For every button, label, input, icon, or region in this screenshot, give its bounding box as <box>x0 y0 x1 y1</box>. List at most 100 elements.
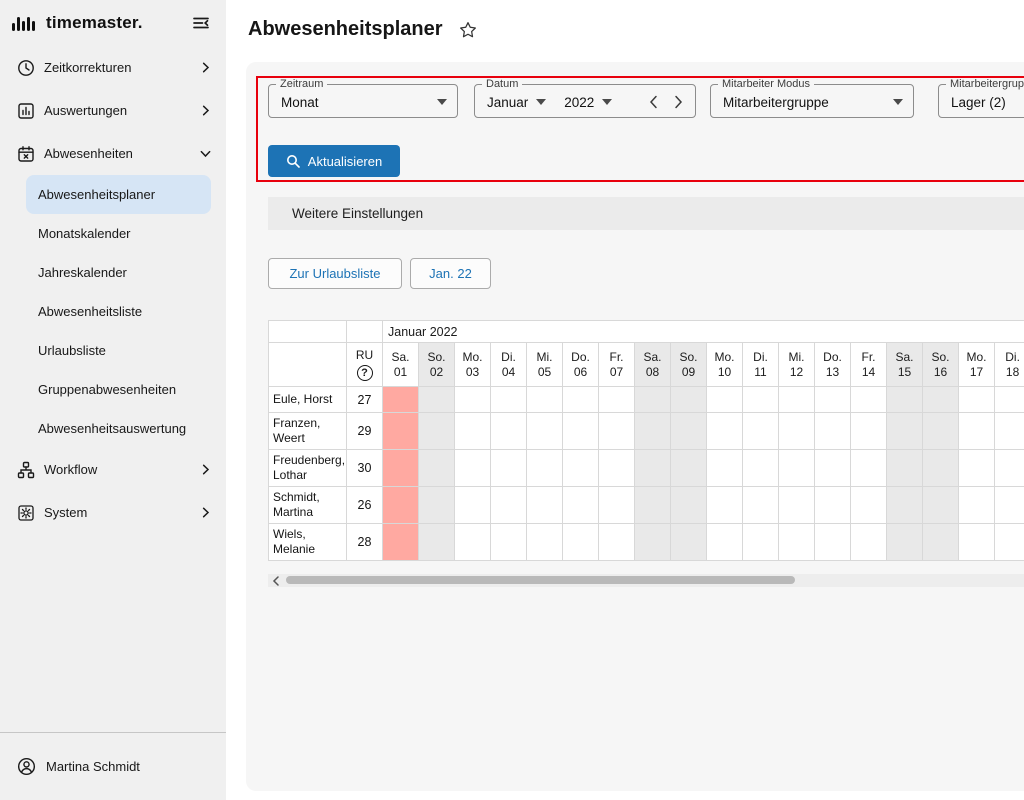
absence-cell[interactable] <box>779 524 815 561</box>
absence-cell[interactable] <box>455 524 491 561</box>
absence-cell[interactable] <box>815 524 851 561</box>
absence-cell[interactable] <box>563 487 599 524</box>
absence-cell[interactable] <box>995 413 1024 450</box>
absence-cell[interactable] <box>851 413 887 450</box>
absence-cell[interactable] <box>815 413 851 450</box>
horizontal-scrollbar[interactable] <box>268 574 1024 587</box>
absence-cell[interactable] <box>491 387 527 413</box>
absence-cell[interactable] <box>383 487 419 524</box>
sidebar-subitem-monatskalender[interactable]: Monatskalender <box>26 214 211 253</box>
absence-cell[interactable] <box>887 450 923 487</box>
absence-cell[interactable] <box>923 450 959 487</box>
month-shortcut-button[interactable]: Jan. 22 <box>410 258 491 289</box>
absence-cell[interactable] <box>635 413 671 450</box>
absence-cell[interactable] <box>599 387 635 413</box>
sidebar-item-workflow[interactable]: Workflow <box>0 448 226 491</box>
absence-cell[interactable] <box>419 387 455 413</box>
previous-month-button[interactable] <box>649 95 658 109</box>
sidebar-item-system[interactable]: System <box>0 491 226 534</box>
absence-cell[interactable] <box>779 450 815 487</box>
absence-cell[interactable] <box>743 487 779 524</box>
absence-cell[interactable] <box>851 487 887 524</box>
sidebar-subitem-abwesenheitsplaner[interactable]: Abwesenheitsplaner <box>26 175 211 214</box>
absence-cell[interactable] <box>527 487 563 524</box>
absence-cell[interactable] <box>887 413 923 450</box>
absence-cell[interactable] <box>707 487 743 524</box>
absence-cell[interactable] <box>923 413 959 450</box>
absence-cell[interactable] <box>815 450 851 487</box>
help-icon[interactable]: ? <box>357 365 373 381</box>
absence-cell[interactable] <box>815 387 851 413</box>
zur-urlaubsliste-button[interactable]: Zur Urlaubsliste <box>268 258 402 289</box>
sidebar-item-zeitkorrekturen[interactable]: Zeitkorrekturen <box>0 46 226 89</box>
absence-cell[interactable] <box>671 387 707 413</box>
absence-cell[interactable] <box>455 387 491 413</box>
absence-cell[interactable] <box>419 524 455 561</box>
sidebar-subitem-abwesenheitsauswertung[interactable]: Abwesenheitsauswertung <box>26 409 211 448</box>
absence-cell[interactable] <box>635 487 671 524</box>
absence-cell[interactable] <box>959 524 995 561</box>
sidebar-subitem-gruppenabwesenheiten[interactable]: Gruppenabwesenheiten <box>26 370 211 409</box>
absence-cell[interactable] <box>635 524 671 561</box>
absence-cell[interactable] <box>383 387 419 413</box>
absence-cell[interactable] <box>743 387 779 413</box>
absence-cell[interactable] <box>383 450 419 487</box>
sidebar-item-auswertungen[interactable]: Auswertungen <box>0 89 226 132</box>
absence-cell[interactable] <box>995 450 1024 487</box>
favorite-star-icon[interactable] <box>458 20 478 40</box>
absence-cell[interactable] <box>599 413 635 450</box>
absence-cell[interactable] <box>455 413 491 450</box>
absence-cell[interactable] <box>887 487 923 524</box>
absence-cell[interactable] <box>419 450 455 487</box>
zeitraum-select[interactable]: Zeitraum Monat <box>268 79 458 118</box>
absence-cell[interactable] <box>419 487 455 524</box>
scrollbar-thumb[interactable] <box>286 576 795 584</box>
absence-cell[interactable] <box>743 524 779 561</box>
absence-cell[interactable] <box>743 413 779 450</box>
absence-cell[interactable] <box>491 487 527 524</box>
absence-cell[interactable] <box>995 387 1024 413</box>
absence-cell[interactable] <box>923 487 959 524</box>
absence-cell[interactable] <box>923 387 959 413</box>
absence-cell[interactable] <box>959 413 995 450</box>
absence-cell[interactable] <box>491 413 527 450</box>
absence-cell[interactable] <box>455 487 491 524</box>
absence-cell[interactable] <box>707 413 743 450</box>
absence-cell[interactable] <box>563 524 599 561</box>
absence-cell[interactable] <box>635 450 671 487</box>
month-select[interactable]: Januar <box>487 95 528 110</box>
absence-cell[interactable] <box>671 413 707 450</box>
absence-cell[interactable] <box>671 487 707 524</box>
absence-cell[interactable] <box>959 487 995 524</box>
absence-cell[interactable] <box>851 387 887 413</box>
absence-cell[interactable] <box>887 524 923 561</box>
absence-cell[interactable] <box>959 450 995 487</box>
sidebar-subitem-abwesenheitsliste[interactable]: Abwesenheitsliste <box>26 292 211 331</box>
scroll-left-arrow-icon[interactable] <box>272 576 280 586</box>
absence-cell[interactable] <box>887 387 923 413</box>
absence-cell[interactable] <box>851 450 887 487</box>
year-select[interactable]: 2022 <box>564 95 594 110</box>
absence-cell[interactable] <box>671 524 707 561</box>
absence-cell[interactable] <box>995 487 1024 524</box>
absence-cell[interactable] <box>995 524 1024 561</box>
absence-cell[interactable] <box>563 413 599 450</box>
absence-cell[interactable] <box>455 450 491 487</box>
absence-cell[interactable] <box>599 524 635 561</box>
aktualisieren-button[interactable]: Aktualisieren <box>268 145 400 177</box>
absence-cell[interactable] <box>491 524 527 561</box>
mitarbeitergruppe-select[interactable]: Mitarbeitergruppe Lager (2) <box>938 79 1024 118</box>
absence-cell[interactable] <box>419 413 455 450</box>
absence-cell[interactable] <box>635 387 671 413</box>
absence-cell[interactable] <box>527 524 563 561</box>
absence-cell[interactable] <box>599 450 635 487</box>
sidebar-collapse-icon[interactable] <box>192 14 210 32</box>
absence-cell[interactable] <box>707 524 743 561</box>
sidebar-item-abwesenheiten[interactable]: Abwesenheiten <box>0 132 226 175</box>
absence-cell[interactable] <box>779 387 815 413</box>
absence-cell[interactable] <box>779 413 815 450</box>
absence-cell[interactable] <box>527 413 563 450</box>
absence-cell[interactable] <box>707 387 743 413</box>
absence-cell[interactable] <box>491 450 527 487</box>
absence-cell[interactable] <box>599 487 635 524</box>
